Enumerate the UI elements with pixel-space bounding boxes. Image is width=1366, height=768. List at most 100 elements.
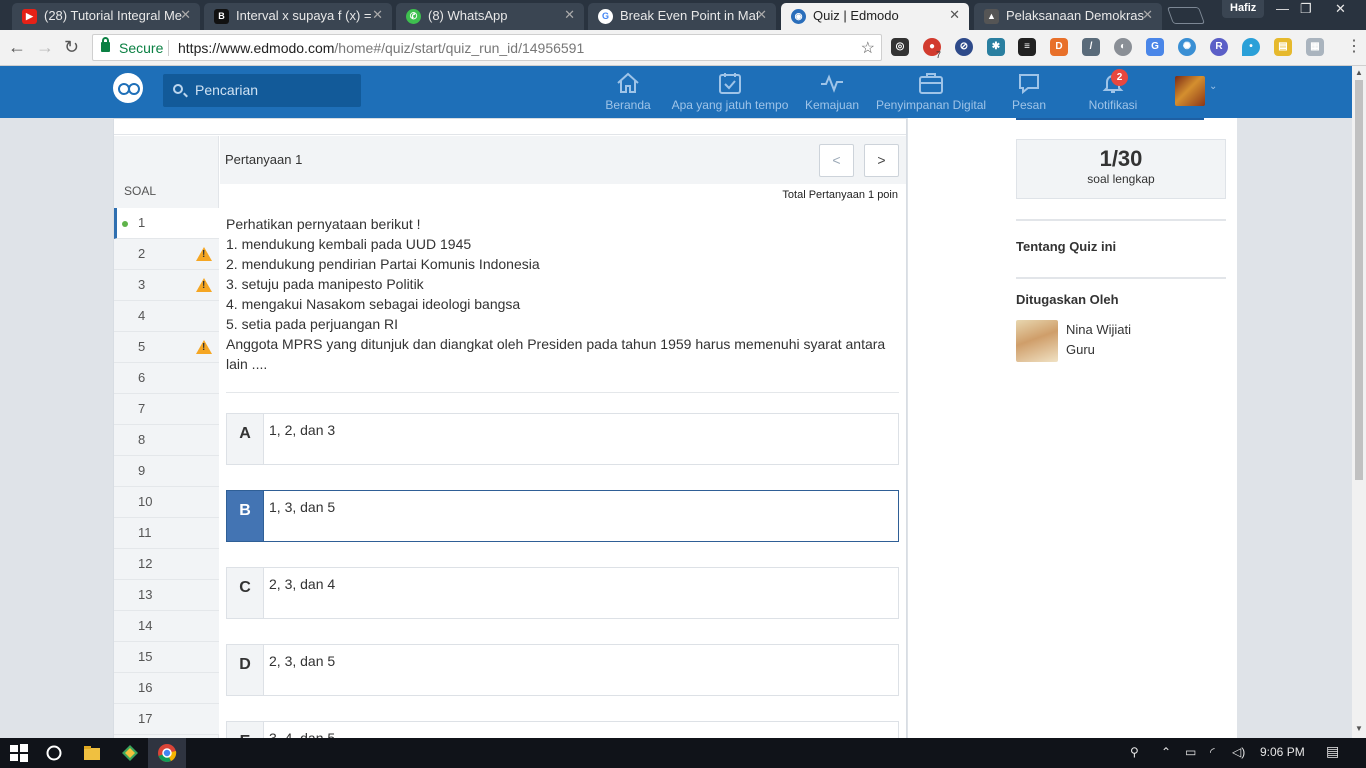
close-icon[interactable]: ✕ — [1142, 7, 1153, 23]
people-icon[interactable]: ⚲ — [1130, 745, 1139, 759]
browser-tab[interactable]: B Interval x supaya f (x) = 2 ✕ — [204, 3, 392, 30]
profile-name[interactable]: Hafiz — [1222, 0, 1265, 18]
volume-icon[interactable]: ◁) — [1232, 745, 1245, 759]
close-icon[interactable]: ✕ — [564, 7, 575, 23]
nav-notifications[interactable]: 2 Notifikasi — [1087, 69, 1139, 112]
new-tab-button[interactable] — [1166, 7, 1206, 24]
extension-icon[interactable]: ≡ — [1018, 38, 1036, 56]
extension-icon[interactable]: R — [1210, 38, 1228, 56]
question-nav-item[interactable]: 3 — [114, 270, 219, 301]
windows-start-icon[interactable] — [9, 743, 29, 763]
action-center-icon[interactable]: ▤ — [1326, 743, 1339, 760]
scroll-up-icon[interactable]: ▲ — [1355, 68, 1363, 77]
question-nav-item[interactable]: 11 — [114, 518, 219, 549]
scroll-down-icon[interactable]: ▼ — [1355, 724, 1363, 733]
close-window-icon[interactable]: ✕ — [1335, 1, 1346, 17]
tab-title: (28) Tutorial Integral Me — [44, 8, 182, 23]
previous-question-button[interactable]: < — [819, 144, 854, 177]
question-nav-item[interactable]: 17 — [114, 704, 219, 735]
chrome-taskbar-button[interactable] — [148, 738, 186, 768]
teacher-avatar[interactable] — [1016, 320, 1058, 362]
restore-icon[interactable]: ❐ — [1300, 1, 1312, 17]
extension-icon[interactable]: ✱ — [987, 38, 1005, 56]
close-icon[interactable]: ✕ — [949, 7, 960, 23]
soal-heading: SOAL — [124, 184, 157, 198]
file-explorer-icon[interactable] — [82, 743, 102, 763]
search-box[interactable] — [163, 74, 361, 107]
wifi-icon[interactable]: ◜ — [1210, 745, 1215, 759]
browser-tab[interactable]: ✆ (8) WhatsApp ✕ — [396, 3, 584, 30]
edmodo-logo-icon[interactable] — [113, 73, 143, 103]
forward-icon[interactable]: → — [36, 37, 54, 58]
extension-icon[interactable]: ◐ — [1114, 38, 1132, 56]
question-nav-item[interactable]: 4 — [114, 301, 219, 332]
bookmark-star-icon[interactable]: ☆ — [861, 38, 875, 58]
quiz-page: SOAL 1234567891011121314151617 Pertanyaa… — [0, 118, 1352, 738]
extension-icon[interactable]: G — [1146, 38, 1164, 56]
chevron-up-icon[interactable]: ⌃ — [1161, 745, 1171, 759]
question-number: 7 — [138, 401, 146, 416]
extension-icon[interactable]: ✺ — [1178, 38, 1196, 56]
extension-icon[interactable]: ⊘ — [955, 38, 973, 56]
cortana-icon[interactable] — [44, 743, 64, 763]
teacher-name[interactable]: Nina Wijiati — [1066, 322, 1131, 337]
question-number: 1 — [138, 215, 146, 230]
nav-progress[interactable]: Kemajuan — [805, 70, 859, 112]
nav-messages[interactable]: Pesan — [1010, 70, 1048, 112]
question-nav-item[interactable]: 10 — [114, 487, 219, 518]
next-question-button[interactable]: > — [864, 144, 899, 177]
nav-home[interactable]: Beranda — [605, 70, 651, 112]
battery-icon[interactable]: ▭ — [1185, 745, 1196, 759]
question-nav-item[interactable]: 2 — [114, 239, 219, 270]
extension-icon[interactable]: • — [1242, 38, 1260, 56]
app-icon[interactable] — [120, 743, 140, 763]
user-avatar[interactable] — [1175, 76, 1205, 106]
question-nav-item[interactable]: 12 — [114, 549, 219, 580]
extension-icon[interactable]: ◎ — [891, 38, 909, 56]
nav-storage[interactable]: Penyimpanan Digital — [875, 70, 987, 112]
question-nav-item[interactable]: 14 — [114, 611, 219, 642]
question-nav-item[interactable]: 6 — [114, 363, 219, 394]
chevron-down-icon[interactable]: ⌄ — [1209, 81, 1217, 92]
browser-tab[interactable]: G Break Even Point in Math ✕ — [588, 3, 776, 30]
question-nav-item[interactable]: 7 — [114, 394, 219, 425]
panel-accent-bar — [1016, 118, 1204, 120]
extension-icon[interactable]: ▦ — [1306, 38, 1324, 56]
search-input[interactable] — [195, 82, 355, 98]
question-nav-item[interactable]: 5 — [114, 332, 219, 363]
close-icon[interactable]: ✕ — [756, 7, 767, 23]
question-nav-item[interactable]: 8 — [114, 425, 219, 456]
answer-option-e[interactable]: E 3, 4, dan 5 — [226, 721, 899, 738]
url-text[interactable]: https://www.edmodo.com/home#/quiz/start/… — [178, 40, 584, 56]
reload-icon[interactable]: ↻ — [64, 37, 79, 58]
about-quiz-heading[interactable]: Tentang Quiz ini — [1016, 239, 1116, 254]
answer-option-a[interactable]: A 1, 2, dan 3 — [226, 413, 899, 465]
extension-icon[interactable]: ▤ — [1274, 38, 1292, 56]
answer-option-d[interactable]: D 2, 3, dan 5 — [226, 644, 899, 696]
question-nav-item[interactable]: 15 — [114, 642, 219, 673]
question-nav-item[interactable]: 1 — [114, 208, 219, 239]
nav-label: Notifikasi — [1088, 98, 1138, 112]
question-nav-item[interactable]: 13 — [114, 580, 219, 611]
close-icon[interactable]: ✕ — [372, 7, 383, 23]
extension-icon[interactable]: D — [1050, 38, 1068, 56]
teacher-role: Guru — [1066, 342, 1095, 357]
browser-tab[interactable]: ▶ (28) Tutorial Integral Me ✕ — [12, 3, 200, 30]
back-icon[interactable]: ← — [8, 37, 26, 58]
answer-option-b[interactable]: B 1, 3, dan 5 — [226, 490, 899, 542]
browser-tab[interactable]: ▲ Pelaksanaan Demokrasi ✕ — [974, 3, 1162, 30]
menu-kebab-icon[interactable]: ⋮ — [1346, 36, 1362, 56]
clock-time[interactable]: 9:06 PM — [1260, 745, 1305, 759]
extension-icon[interactable]: / — [1082, 38, 1100, 56]
scrollbar-thumb[interactable] — [1355, 80, 1363, 480]
page-scrollbar[interactable]: ▲ ▼ — [1352, 66, 1366, 738]
nav-due[interactable]: Apa yang jatuh tempo — [671, 70, 789, 112]
answer-option-c[interactable]: C 2, 3, dan 4 — [226, 567, 899, 619]
question-nav-item[interactable]: 9 — [114, 456, 219, 487]
close-icon[interactable]: ✕ — [180, 7, 191, 23]
address-bar[interactable]: Secure https://www.edmodo.com/home#/quiz… — [92, 34, 882, 61]
browser-tab-active[interactable]: ◉ Quiz | Edmodo ✕ — [781, 3, 969, 30]
minimize-icon[interactable]: — — [1276, 1, 1289, 16]
question-number: 15 — [138, 649, 153, 664]
question-nav-item[interactable]: 16 — [114, 673, 219, 704]
